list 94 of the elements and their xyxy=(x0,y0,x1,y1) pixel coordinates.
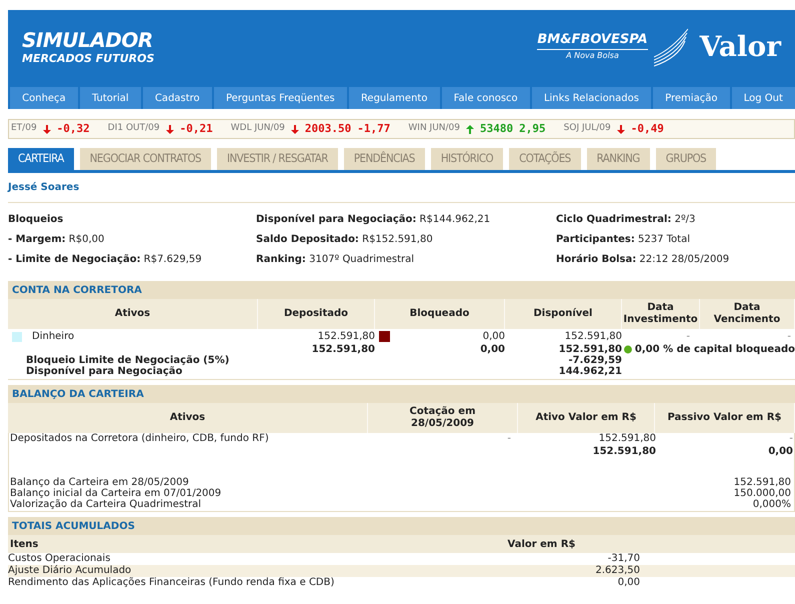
table-cell: 152.591,80 xyxy=(734,477,791,488)
tab[interactable]: CARTEIRA xyxy=(8,148,74,170)
summary-item: Bloqueios xyxy=(8,213,64,227)
nav-link[interactable]: Perguntas Freqüentes xyxy=(214,87,347,109)
row-label: Ajuste Diário Acumulado xyxy=(8,565,132,577)
section-title: CONTA NA CORRETORA xyxy=(8,281,795,299)
asset-name: Depositados na Corretora (dinheiro, CDB, fundo RF) xyxy=(9,433,270,444)
summary-item: - Limite de Negociação: R$7.629,59 xyxy=(8,253,203,267)
summary-item: Horário Bolsa: 22:12 28/05/2009 xyxy=(556,253,730,267)
summary-item: Ciclo Quadrimestral: 2º/3 xyxy=(556,213,696,227)
ticker-symbol: WDL JUN/09 xyxy=(230,122,285,136)
tab[interactable]: PENDÊNCIAS xyxy=(344,148,425,170)
table-cell-text: 144.962,21 xyxy=(558,366,622,377)
table-cell: 0,000% xyxy=(752,499,791,510)
sponsor-logo: Valor xyxy=(700,33,781,61)
app-title: SIMULADOR xyxy=(22,30,154,50)
nav-link[interactable]: Log Out xyxy=(732,87,795,109)
column-header: Passivo Valor em R$ xyxy=(655,403,795,433)
share-block-icon xyxy=(379,331,390,342)
section-title: BALANÇO DA CARTEIRA xyxy=(8,385,795,403)
column-header: Bloqueado xyxy=(375,299,505,329)
blocked-capital-note: 0,00 % de capital bloqueado xyxy=(634,343,795,357)
ticker-price: 53480 xyxy=(480,120,514,137)
ticker-change: -0,49 xyxy=(630,120,664,137)
column-header: Data Vencimento xyxy=(700,299,795,329)
summary-item: Ranking: 3107º Quadrimestral xyxy=(256,253,416,267)
nav-link[interactable]: Regulamento xyxy=(348,87,440,109)
row-label: Custos Operacionais xyxy=(8,553,112,565)
summary-item: Disponível para Negociação: R$144.962,21 xyxy=(256,213,492,227)
ticker-symbol: WIN JUN/09 xyxy=(408,122,460,136)
nav-link[interactable]: Conheça xyxy=(10,87,78,109)
table-cell: 150.000,00 xyxy=(734,488,791,499)
column-header: Data Investimento xyxy=(622,299,700,329)
ticker-change: -0,32 xyxy=(56,120,90,137)
column-header: Ativo Valor em R$ xyxy=(518,403,655,433)
row-label: Balanço da Carteira em 28/05/2009 xyxy=(10,477,189,488)
table-cell-text: - xyxy=(786,330,792,344)
app-subtitle: MERCADOS FUTUROS xyxy=(22,53,154,64)
summary-item: Participantes: 5237 Total xyxy=(556,233,692,247)
table-cell-text: 152.591,80 xyxy=(564,330,622,344)
nav-link[interactable]: Cadastro xyxy=(142,87,212,109)
tab[interactable]: NEGOCIAR CONTRATOS xyxy=(80,148,212,170)
ticker-price: 2003.50 xyxy=(304,120,352,137)
table-cell-text: 152.591,80 xyxy=(598,433,656,444)
table-cell-text: 152.591,80 xyxy=(316,330,375,344)
table-cell-text: 152.591,80 xyxy=(592,445,656,459)
row-label: Balanço inicial da Carteira em 07/01/2009 xyxy=(10,488,222,499)
column-header: Disponível xyxy=(505,299,622,329)
column-header: Ativos xyxy=(8,403,368,433)
table-cell-text: 152.591,80 xyxy=(310,343,375,357)
partner-tagline: A Nova Bolsa xyxy=(566,50,619,62)
status-dot-icon xyxy=(624,345,632,354)
table-cell-text: -31,70 xyxy=(606,553,640,565)
tab[interactable]: COTAÇÕES xyxy=(509,148,581,170)
table-cell-text: 2.623,50 xyxy=(594,565,640,577)
nav-link[interactable]: Links Relacionados xyxy=(532,87,652,109)
table-cell-text: 0,00 xyxy=(767,445,794,459)
tab[interactable]: RANKING xyxy=(586,148,650,170)
table-cell-text: -7.629,59 xyxy=(568,355,622,366)
row-label: Valorização da Carteira Quadrimestral xyxy=(10,499,202,510)
row-label: Bloqueio Limite de Negociação (5%) xyxy=(25,355,230,366)
tab[interactable]: GRUPOS xyxy=(656,148,716,170)
column-header: Cotação em 28/05/2009 xyxy=(368,403,518,433)
row-label: Rendimento das Aplicações Financeiras (Fundo renda fixa e CDB) xyxy=(8,577,336,589)
nav-link[interactable]: Fale conosco xyxy=(442,87,530,109)
section-title: TOTAIS ACUMULADOS xyxy=(8,517,795,535)
asset-name: Dinheiro xyxy=(32,330,74,344)
summary-item: Saldo Depositado: R$152.591,80 xyxy=(256,233,434,247)
ticker-symbol: ET/09 xyxy=(11,122,37,136)
ticker-symbol: DI1 OUT/09 xyxy=(108,122,160,136)
ticker-symbol: SOJ JUL/09 xyxy=(564,122,611,136)
ticker-change: 2,95 xyxy=(519,120,546,137)
column-header: Itens xyxy=(9,538,40,552)
table-cell-text: - xyxy=(685,330,691,344)
column-header: Depositado xyxy=(258,299,375,329)
summary-item: - Margem: R$0,00 xyxy=(8,233,106,247)
nav-link[interactable]: Premiação xyxy=(653,87,730,109)
tab[interactable]: INVESTIR / RESGATAR xyxy=(217,148,338,170)
column-header: Ativos xyxy=(8,299,258,329)
table-cell-text: - xyxy=(506,433,512,444)
swoosh-icon xyxy=(654,27,688,67)
ticker-change: -1,77 xyxy=(357,120,390,137)
user-name: Jessé Soares xyxy=(8,181,80,195)
table-cell-text: 0,00 xyxy=(479,343,505,357)
row-label: Disponível para Negociação xyxy=(25,366,184,377)
table-cell-text: 0,00 xyxy=(616,577,640,589)
table-cell-text: 152.591,80 xyxy=(558,343,622,356)
partner-logo: BM&FBOVESPA xyxy=(537,32,648,50)
tab[interactable]: HISTÓRICO xyxy=(430,148,504,170)
ticker-change: -0,21 xyxy=(180,120,213,137)
table-cell-text: 0,00 xyxy=(482,330,505,344)
table-cell-text: - xyxy=(788,433,794,444)
nav-link[interactable]: Tutorial xyxy=(80,87,141,109)
column-header: Valor em R$ xyxy=(506,538,576,552)
